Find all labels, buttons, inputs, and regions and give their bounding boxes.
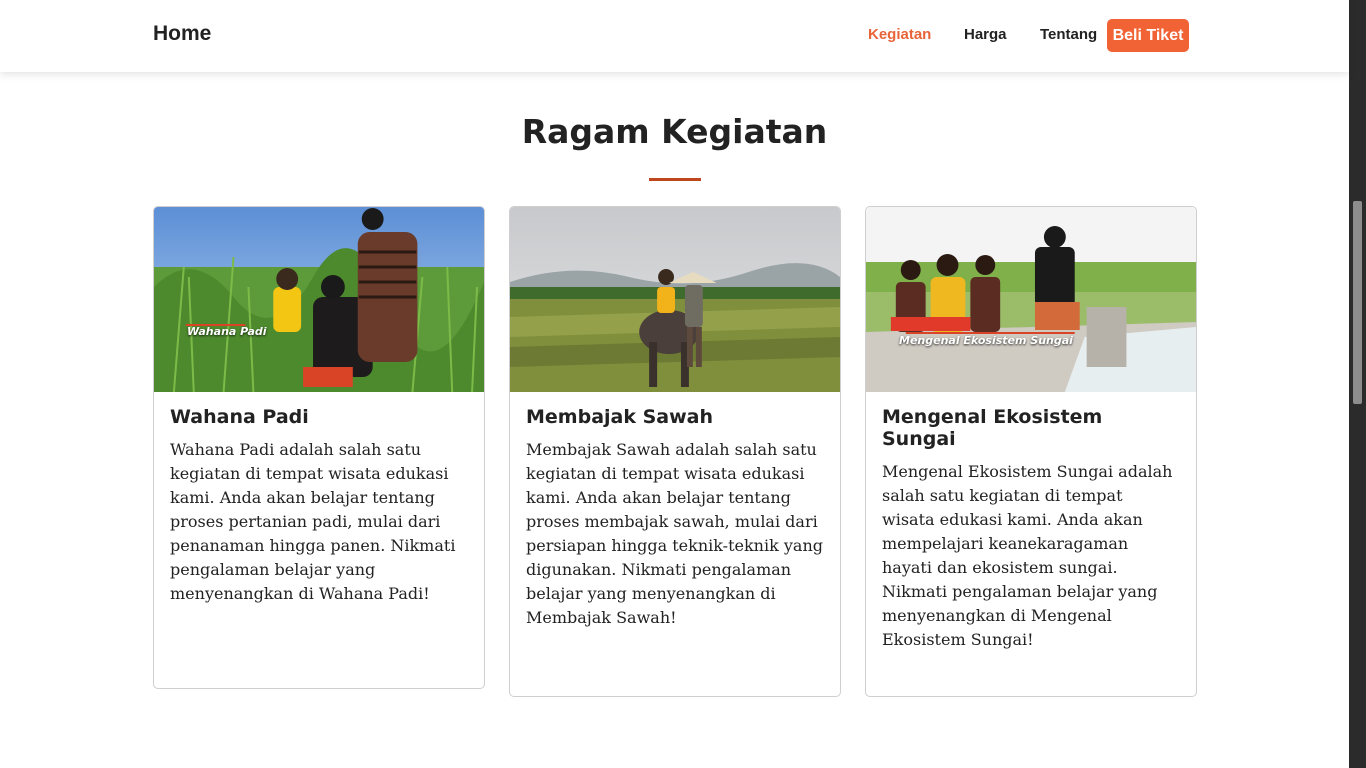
page-scrollbar[interactable] [1349,0,1366,768]
brand-home-link[interactable]: Home [153,22,211,46]
card-title: Mengenal Ekosistem Sungai [882,406,1103,450]
card-description: Membajak Sawah adalah salah satu kegiata… [526,440,823,627]
title-underline [649,178,701,181]
nav-link-kegiatan[interactable]: Kegiatan [868,26,931,43]
activity-card-mengenal-ekosistem-sungai: Mengenal Ekosistem Sungai Mengenal Ekosi… [865,206,1197,697]
card-title: Wahana Padi [170,406,309,428]
activity-card-membajak-sawah: Membajak Sawah Membajak Sawah adalah sal… [509,206,841,697]
card-image-mengenal-ekosistem-sungai: Mengenal Ekosistem Sungai [866,207,1196,392]
image-caption: Mengenal Ekosistem Sungai [899,334,1073,347]
beli-tiket-button[interactable]: Beli Tiket [1107,19,1189,52]
section-title: Ragam Kegiatan [521,112,828,151]
navbar: Home Kegiatan Harga Tentang Beli Tiket [0,0,1349,72]
card-image-membajak-sawah [510,207,840,392]
card-description: Mengenal Ekosistem Sungai adalah salah s… [882,462,1173,649]
scrollbar-thumb[interactable] [1353,201,1362,404]
activity-card-wahana-padi: Wahana Padi Wahana Padi Wahana Padi adal… [153,206,485,689]
card-description: Wahana Padi adalah salah satu kegiatan d… [170,440,456,603]
card-image-wahana-padi: Wahana Padi [154,207,484,392]
nav-link-tentang[interactable]: Tentang [1040,26,1097,43]
card-title: Membajak Sawah [526,406,714,428]
image-caption: Wahana Padi [187,325,267,338]
nav-link-harga[interactable]: Harga [964,26,1007,43]
